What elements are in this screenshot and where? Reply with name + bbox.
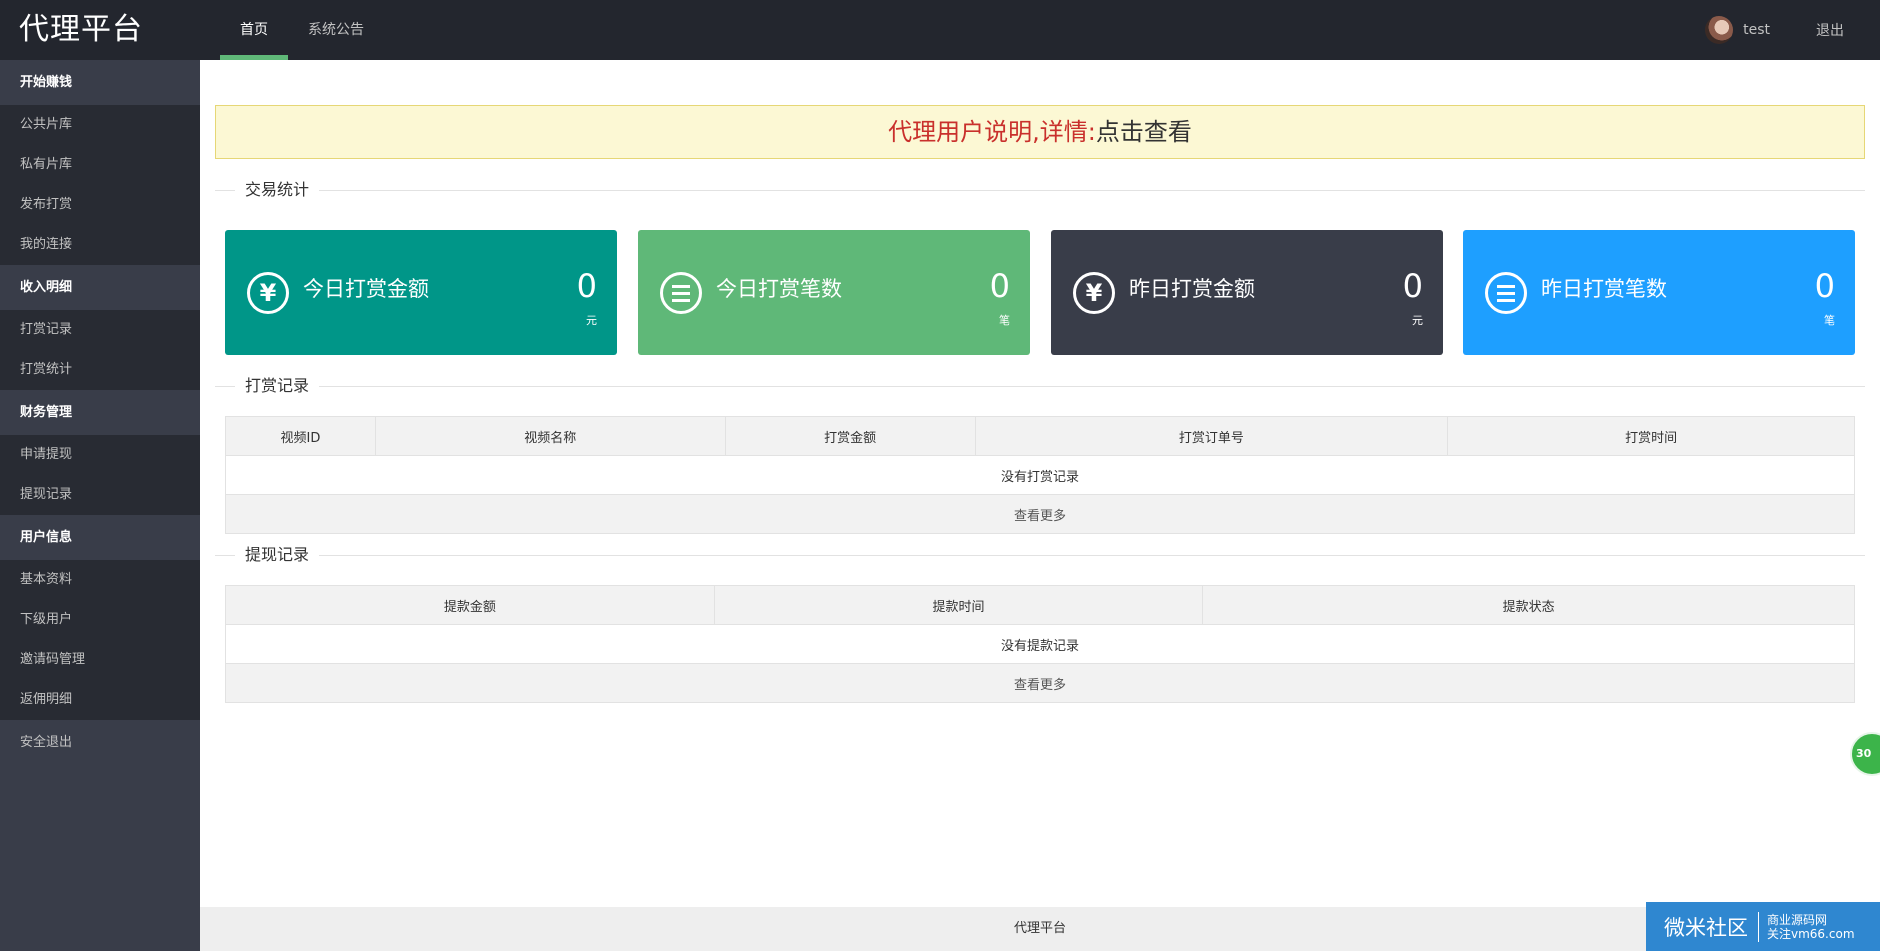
- table-header-row: 提款金额 提款时间 提款状态: [225, 585, 1855, 625]
- sidebar-item-reward-records[interactable]: 打赏记录: [0, 310, 200, 350]
- column-header: 提款金额: [225, 585, 715, 625]
- sidebar-group-list: 打赏记录 打赏统计: [0, 310, 200, 390]
- floating-badge-button[interactable]: 30: [1850, 732, 1880, 776]
- sidebar-item-my-links[interactable]: 我的连接: [0, 225, 200, 265]
- stat-card-label: 昨日打赏笔数: [1541, 277, 1667, 301]
- column-header: 视频名称: [374, 416, 726, 456]
- stat-card-unit: 笔: [1824, 314, 1835, 327]
- sidebar-group-earn: 开始赚钱 公共片库 私有片库 发布打赏 我的连接: [0, 60, 200, 265]
- watermark-logo: 微米社区 商业源码网 关注vm66.com: [1646, 902, 1880, 951]
- stat-card-label: 今日打赏笔数: [716, 277, 842, 301]
- table-row: 没有提款记录: [225, 624, 1855, 664]
- view-more-button[interactable]: 查看更多: [225, 663, 1855, 703]
- user-area: test 退出: [1705, 0, 1844, 60]
- list-circle-icon: [660, 272, 702, 314]
- watermark-sub-line: 关注vm66.com: [1767, 926, 1855, 941]
- watermark-sub-line: 商业源码网: [1767, 912, 1828, 927]
- sidebar-item-safe-exit[interactable]: 安全退出: [0, 720, 200, 765]
- yen-circle-icon: ¥: [1073, 272, 1115, 314]
- notice-link[interactable]: 点击查看: [1096, 118, 1192, 146]
- yen-circle-icon: ¥: [247, 272, 289, 314]
- stat-card-value: 0: [1402, 267, 1423, 305]
- top-nav: 首页 系统公告: [220, 0, 384, 60]
- list-circle-icon: [1485, 272, 1527, 314]
- section-withdraw-legend: 提现记录: [215, 545, 1865, 565]
- empty-message: 没有打赏记录: [225, 455, 1855, 495]
- sidebar-item-apply-withdraw[interactable]: 申请提现: [0, 435, 200, 475]
- column-header: 视频ID: [225, 416, 376, 456]
- column-header: 打赏时间: [1447, 416, 1855, 456]
- view-more-button[interactable]: 查看更多: [225, 494, 1855, 534]
- stat-card-unit: 元: [1412, 314, 1423, 327]
- sidebar-group-income: 收入明细 打赏记录 打赏统计: [0, 265, 200, 390]
- column-header: 打赏订单号: [974, 416, 1449, 456]
- table-row: 查看更多: [225, 663, 1855, 703]
- sidebar-item-sub-users[interactable]: 下级用户: [0, 600, 200, 640]
- table-row: 没有打赏记录: [225, 455, 1855, 495]
- reward-records-table: 视频ID 视频名称 打赏金额 打赏订单号 打赏时间 没有打赏记录 查看更多: [225, 416, 1855, 534]
- avatar[interactable]: [1705, 16, 1734, 44]
- sidebar-group-title[interactable]: 收入明细: [0, 265, 200, 310]
- stat-card-today-count: 今日打赏笔数 0 笔: [638, 230, 1030, 355]
- sidebar-group-title[interactable]: 用户信息: [0, 515, 200, 560]
- logout-link[interactable]: 退出: [1816, 20, 1844, 40]
- column-header: 提款时间: [713, 585, 1204, 625]
- app-logo: 代理平台: [19, 12, 143, 47]
- stat-card-label: 今日打赏金额: [303, 277, 429, 301]
- sidebar-item-invite-codes[interactable]: 邀请码管理: [0, 640, 200, 680]
- column-header: 提款状态: [1202, 585, 1855, 625]
- notice-banner[interactable]: 代理用户说明,详情:点击查看: [215, 105, 1865, 159]
- section-title: 提现记录: [235, 545, 320, 565]
- watermark-sub-text: 商业源码网 关注vm66.com: [1759, 913, 1855, 941]
- sidebar-item-withdraw-records[interactable]: 提现记录: [0, 475, 200, 515]
- nav-home[interactable]: 首页: [220, 0, 288, 60]
- table-header-row: 视频ID 视频名称 打赏金额 打赏订单号 打赏时间: [225, 416, 1855, 456]
- sidebar-group-title[interactable]: 开始赚钱: [0, 60, 200, 105]
- stat-card-yesterday-amount: ¥ 昨日打赏金额 0 元: [1051, 230, 1443, 355]
- watermark-main-text: 微米社区: [1664, 911, 1759, 942]
- table-row: 查看更多: [225, 494, 1855, 534]
- sidebar-item-public-library[interactable]: 公共片库: [0, 105, 200, 145]
- sidebar-group-user: 用户信息 基本资料 下级用户 邀请码管理 返佣明细: [0, 515, 200, 720]
- main-content: 代理用户说明,详情:点击查看 交易统计 ¥ 今日打赏金额 0 元 今日打赏笔数 …: [200, 60, 1880, 951]
- sidebar-group-list: 公共片库 私有片库 发布打赏 我的连接: [0, 105, 200, 265]
- stat-cards: ¥ 今日打赏金额 0 元 今日打赏笔数 0 笔 ¥ 昨日打赏金额 0 元 昨日打…: [225, 230, 1855, 355]
- sidebar-item-commission-details[interactable]: 返佣明细: [0, 680, 200, 720]
- sidebar-item-private-library[interactable]: 私有片库: [0, 145, 200, 185]
- stat-card-value: 0: [576, 267, 597, 305]
- stat-card-today-amount: ¥ 今日打赏金额 0 元: [225, 230, 617, 355]
- stat-card-value: 0: [989, 267, 1010, 305]
- username[interactable]: test: [1743, 22, 1770, 38]
- sidebar-item-basic-profile[interactable]: 基本资料: [0, 560, 200, 600]
- sidebar-item-publish-reward[interactable]: 发布打赏: [0, 185, 200, 225]
- sidebar-group-list: 申请提现 提现记录: [0, 435, 200, 515]
- footer: 代理平台: [200, 907, 1880, 951]
- stat-card-unit: 元: [586, 314, 597, 327]
- stat-card-unit: 笔: [999, 314, 1010, 327]
- section-reward-legend: 打赏记录: [215, 376, 1865, 396]
- section-stats-legend: 交易统计: [215, 180, 1865, 200]
- top-header: 代理平台 首页 系统公告 test 退出: [0, 0, 1880, 60]
- stat-card-yesterday-count: 昨日打赏笔数 0 笔: [1463, 230, 1855, 355]
- withdraw-records-table: 提款金额 提款时间 提款状态 没有提款记录 查看更多: [225, 585, 1855, 703]
- stat-card-value: 0: [1814, 267, 1835, 305]
- nav-system-announcement[interactable]: 系统公告: [288, 0, 384, 60]
- column-header: 打赏金额: [724, 416, 976, 456]
- sidebar: 开始赚钱 公共片库 私有片库 发布打赏 我的连接 收入明细 打赏记录 打赏统计 …: [0, 60, 200, 951]
- notice-text: 代理用户说明,详情:: [888, 118, 1096, 146]
- sidebar-group-list: 基本资料 下级用户 邀请码管理 返佣明细: [0, 560, 200, 720]
- sidebar-group-title[interactable]: 财务管理: [0, 390, 200, 435]
- stat-card-label: 昨日打赏金额: [1129, 277, 1255, 301]
- sidebar-item-reward-stats[interactable]: 打赏统计: [0, 350, 200, 390]
- empty-message: 没有提款记录: [225, 624, 1855, 664]
- section-title: 交易统计: [235, 180, 320, 200]
- section-title: 打赏记录: [235, 376, 320, 396]
- sidebar-group-finance: 财务管理 申请提现 提现记录: [0, 390, 200, 515]
